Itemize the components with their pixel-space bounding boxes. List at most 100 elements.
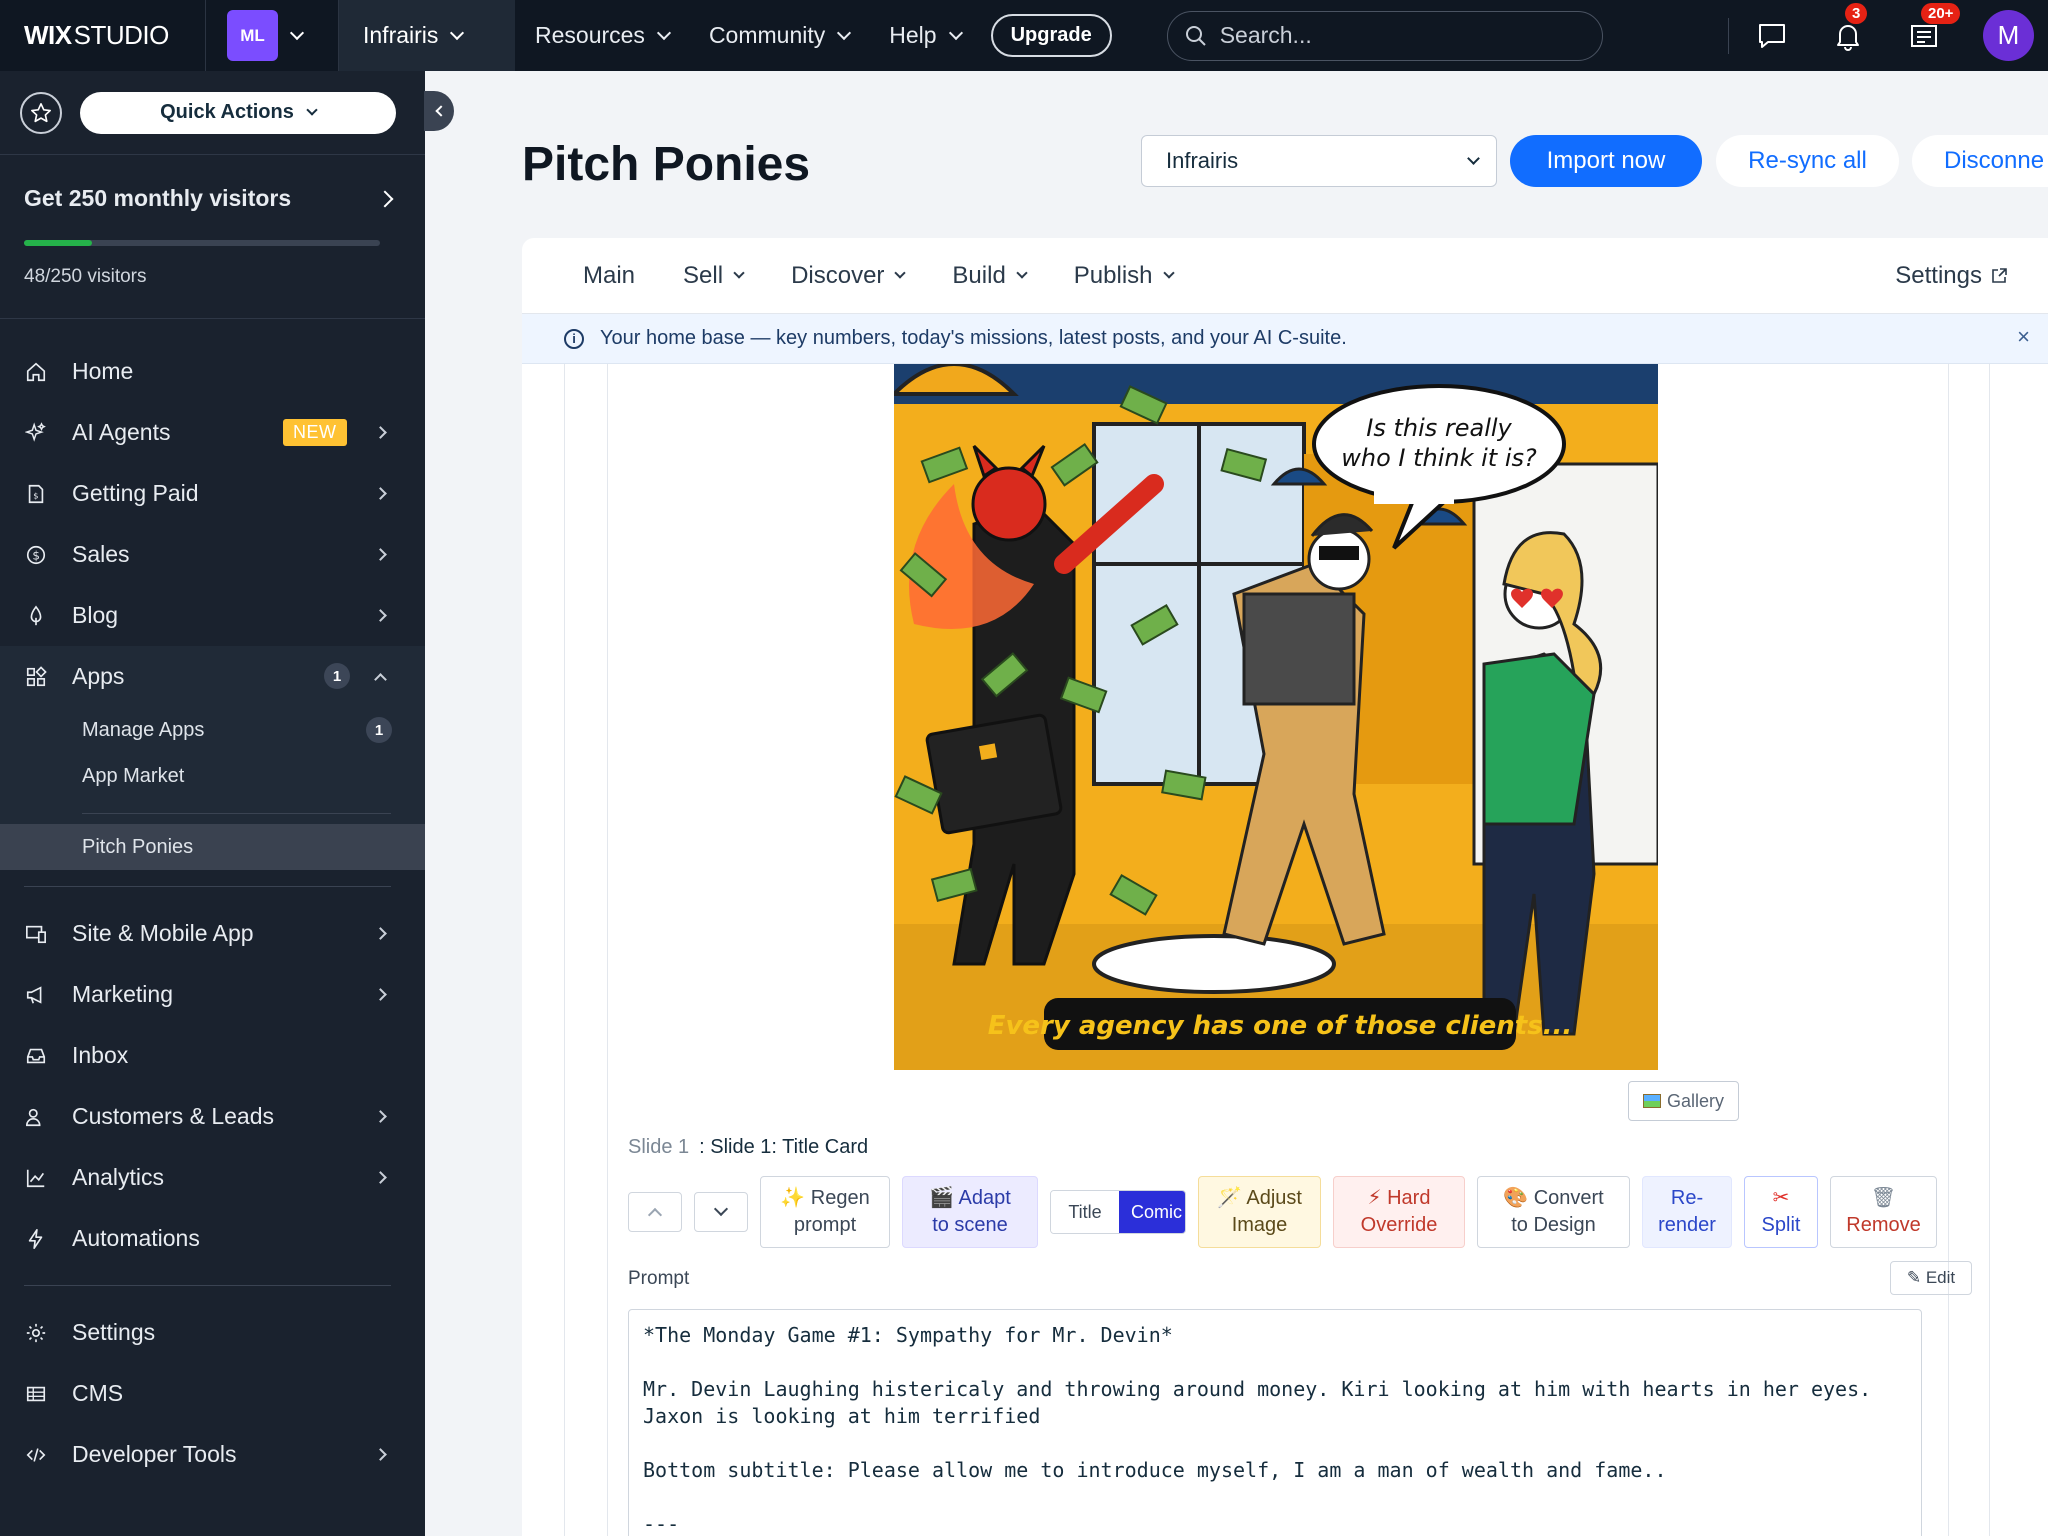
- rerender-button[interactable]: Re-render: [1642, 1176, 1732, 1248]
- sidebar-item-automations[interactable]: Automations: [0, 1208, 425, 1269]
- tab-build[interactable]: Build: [952, 262, 1028, 290]
- import-now-button[interactable]: Import now: [1510, 135, 1702, 187]
- hard-override-button[interactable]: ⚡ Hard Override: [1333, 1176, 1465, 1248]
- adapt-to-scene-button[interactable]: 🎬 Adapt to scene: [902, 1176, 1038, 1248]
- chart-line-icon: [24, 1166, 48, 1190]
- sidebar-item-pitch-ponies[interactable]: Pitch Ponies: [0, 824, 425, 870]
- resync-all-button[interactable]: Re-sync all: [1716, 135, 1899, 187]
- remove-button[interactable]: 🗑 Remove: [1830, 1176, 1937, 1248]
- svg-text:$: $: [33, 490, 38, 500]
- chevron-right-icon: [374, 548, 387, 561]
- pen-nib-icon: [24, 604, 48, 628]
- comic-caption: Every agency has one of those clients...: [988, 1011, 1573, 1041]
- chevron-down-icon: [656, 25, 672, 41]
- apps-count-badge: 1: [324, 663, 350, 689]
- chevron-right-icon: [376, 190, 394, 207]
- page-title: Pitch Ponies: [522, 138, 811, 191]
- gallery-button[interactable]: Gallery: [1628, 1081, 1739, 1121]
- devices-icon: [24, 922, 48, 946]
- site-switcher[interactable]: Infrairis: [339, 0, 515, 71]
- chevron-up-icon: [374, 673, 387, 686]
- chevron-down-icon: [948, 25, 963, 41]
- title-comic-toggle[interactable]: Title Comic: [1050, 1190, 1186, 1234]
- nav-help[interactable]: Help: [869, 22, 980, 49]
- regen-prompt-button[interactable]: ✨ Regen prompt: [760, 1176, 890, 1248]
- disconnect-button[interactable]: Disconne: [1912, 135, 2048, 187]
- app-tabs: Main Sell Discover Build Publish Setting…: [522, 238, 2048, 314]
- chevron-right-icon: [374, 988, 387, 1001]
- move-slide-up-button[interactable]: [628, 1192, 682, 1232]
- upgrade-button[interactable]: Upgrade: [990, 14, 1112, 57]
- new-badge: NEW: [283, 419, 347, 446]
- move-slide-down-button[interactable]: [694, 1192, 748, 1232]
- sidebar-item-app-market[interactable]: App Market: [0, 753, 425, 799]
- home-icon: [24, 360, 48, 384]
- edit-prompt-button[interactable]: ✎ Edit: [1890, 1261, 1972, 1295]
- tab-publish[interactable]: Publish: [1074, 262, 1175, 290]
- close-icon[interactable]: ×: [2017, 324, 2030, 350]
- prompt-textarea[interactable]: *The Monday Game #1: Sympathy for Mr. De…: [628, 1309, 1922, 1536]
- tab-main[interactable]: Main: [583, 262, 635, 290]
- sidebar-item-site-mobile-app[interactable]: Site & Mobile App: [0, 903, 425, 964]
- top-bar: WIX STUDIO ML Infrairis Resources Communi…: [0, 0, 2048, 71]
- adjust-image-button[interactable]: 🪄 Adjust Image: [1198, 1176, 1321, 1248]
- convert-to-design-button[interactable]: 🎨 Convert to Design: [1477, 1176, 1630, 1248]
- scissors-icon: ✂: [1772, 1187, 1790, 1209]
- quick-actions-button[interactable]: Quick Actions: [80, 91, 396, 134]
- chevron-right-icon: [374, 426, 387, 439]
- chevron-down-icon: [837, 25, 852, 41]
- visitors-progress-bar: [24, 240, 380, 246]
- account-switcher[interactable]: ML: [206, 0, 339, 71]
- info-banner: i Your home base — key numbers, today's …: [522, 314, 2048, 364]
- invoice-icon: $: [24, 482, 48, 506]
- tab-settings[interactable]: Settings: [1895, 262, 2008, 290]
- apps-group: Apps 1 Manage Apps 1 App Market Pitch Po…: [0, 646, 425, 870]
- speech-bubble-line-2: who I think it is?: [1341, 444, 1537, 472]
- chat-icon[interactable]: [1755, 19, 1789, 53]
- sidebar-item-marketing[interactable]: Marketing: [0, 964, 425, 1025]
- toggle-title-option[interactable]: Title: [1051, 1191, 1119, 1233]
- visitors-progress-fill: [24, 240, 93, 246]
- notifications-badge: 3: [1845, 2, 1868, 24]
- chevron-up-icon: [647, 1207, 663, 1223]
- sidebar-item-home[interactable]: Home: [0, 341, 425, 402]
- chevron-down-icon: [450, 25, 465, 41]
- nav-resources[interactable]: Resources: [515, 22, 689, 49]
- wix-studio-logo[interactable]: WIX STUDIO: [0, 0, 206, 71]
- app-card: Main Sell Discover Build Publish Setting…: [522, 238, 2048, 1536]
- comic-image[interactable]: Is this really who I think it is? Every …: [894, 364, 1658, 1070]
- sidebar-item-ai-agents[interactable]: AI Agents NEW: [0, 402, 425, 463]
- sidebar-item-getting-paid[interactable]: $ Getting Paid: [0, 463, 425, 524]
- sidebar-item-sales[interactable]: $ Sales: [0, 524, 425, 585]
- tab-sell[interactable]: Sell: [683, 262, 745, 290]
- apps-grid-icon: [24, 665, 48, 689]
- chevron-right-icon: [374, 609, 387, 622]
- sidebar-item-blog[interactable]: Blog: [0, 585, 425, 646]
- nav-community[interactable]: Community: [689, 22, 869, 49]
- tab-discover[interactable]: Discover: [791, 262, 907, 290]
- sidebar-item-developer-tools[interactable]: Developer Tools: [0, 1424, 425, 1485]
- sidebar-item-cms[interactable]: CMS: [0, 1363, 425, 1424]
- top-nav: Resources Community Help Upgrade: [515, 0, 1112, 71]
- visitors-goal-title: Get 250 monthly visitors: [24, 185, 292, 211]
- sidebar-item-settings[interactable]: Settings: [0, 1302, 425, 1363]
- sidebar-item-apps[interactable]: Apps 1: [0, 646, 425, 707]
- sidebar-item-customers-leads[interactable]: Customers & Leads: [0, 1086, 425, 1147]
- toggle-comic-option[interactable]: Comic: [1119, 1191, 1185, 1233]
- visitors-goal[interactable]: Get 250 monthly visitors 48/250 visitors: [0, 155, 425, 319]
- speech-bubble-line-1: Is this really: [1366, 414, 1512, 442]
- user-avatar[interactable]: M: [1983, 10, 2034, 61]
- updates-icon[interactable]: 20+: [1907, 2, 1961, 53]
- manage-apps-count-badge: 1: [366, 717, 392, 743]
- sidebar-item-analytics[interactable]: Analytics: [0, 1147, 425, 1208]
- dollar-circle-icon: $: [24, 543, 48, 567]
- search-input[interactable]: Search...: [1166, 10, 1603, 61]
- split-button[interactable]: ✂ Split: [1744, 1176, 1818, 1248]
- notifications-bell-icon[interactable]: 3: [1831, 2, 1868, 53]
- slide-panel: Is this really who I think it is? Every …: [607, 364, 1972, 1536]
- sidebar-item-inbox[interactable]: Inbox: [0, 1025, 425, 1086]
- top-icons: 3 20+ M: [1728, 0, 2048, 71]
- sidebar-item-manage-apps[interactable]: Manage Apps 1: [0, 707, 425, 753]
- site-select-dropdown[interactable]: Infrairis: [1141, 135, 1497, 187]
- favorites-star-icon[interactable]: [20, 91, 62, 134]
